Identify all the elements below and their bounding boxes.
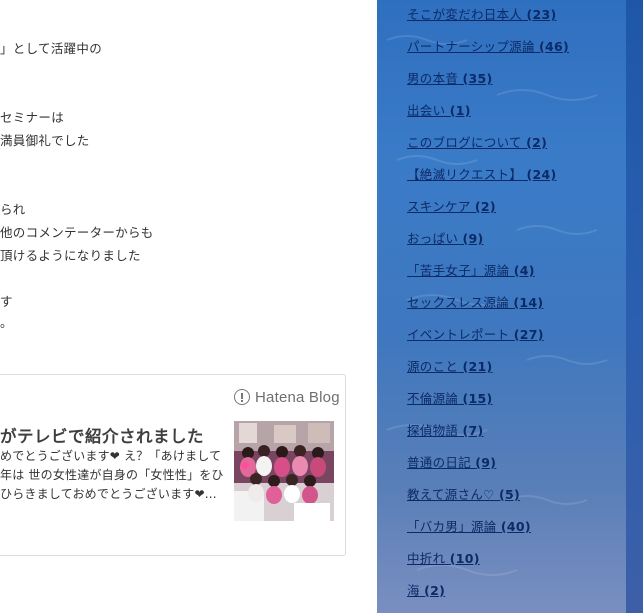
sidebar-category-link[interactable]: セックスレス源論 (14) [407,292,543,311]
sidebar-category-link[interactable]: 「バカ男」源論 (40) [407,516,531,535]
hatena-logo-icon [234,389,250,405]
article-text-line: 」として活躍中の [0,41,103,56]
article-body: 」として活躍中の セミナーは 満員御礼でした られ 他のコメンテーターからも 頂… [0,0,377,613]
sidebar-category-link[interactable]: 不倫源論 (15) [407,388,493,407]
embed-card-description: ひらきましておめでとうございます❤... [0,487,217,501]
sidebar-category-link[interactable]: 出会い (1) [407,100,471,119]
sidebar-category-link[interactable]: 海 (2) [407,580,445,599]
page-right-border [626,0,643,613]
article-text-line: す [0,294,13,309]
embed-card-title[interactable]: がテレビで紹介されました [0,423,204,447]
sidebar-categories: そこが変だわ日本人 (23) パートナーシップ源論 (46) 男の本音 (35)… [377,0,626,613]
sidebar-category-link[interactable]: このブログについて (2) [407,132,547,151]
article-text-line: 頂けるようになりました [0,248,141,263]
embed-card-description: 年は 世の女性達が自身の「女性性」をひ [0,468,224,482]
sidebar-category-link[interactable]: 探偵物語 (7) [407,420,484,439]
article-text-line: セミナーは [0,110,65,125]
sidebar-category-link[interactable]: 「苦手女子」源論 (4) [407,260,535,279]
sidebar-category-link[interactable]: イベントレポート (27) [407,324,544,343]
blog-embed-card[interactable]: Hatena Blog がテレビで紹介されました めでとうございます❤ え？「あ… [0,374,346,556]
article-text-line: 。 [0,315,13,330]
article-text-line: 満員御礼でした [0,133,90,148]
article-text-line: られ [0,202,26,217]
hatena-blog-logo[interactable]: Hatena Blog [234,387,340,407]
sidebar-category-link[interactable]: 男の本音 (35) [407,68,493,87]
sidebar-category-link[interactable]: 源のこと (21) [407,356,493,375]
sidebar-category-link[interactable]: パートナーシップ源論 (46) [407,36,569,55]
embed-card-thumbnail[interactable] [234,421,334,521]
sidebar-category-link[interactable]: 教えて源さん♡ (5) [407,484,520,503]
sidebar-category-link[interactable]: 【絶滅リクエスト】 (24) [407,164,557,183]
article-text-line: 他のコメンテーターからも [0,225,154,240]
sidebar-category-link[interactable]: そこが変だわ日本人 (23) [407,4,557,23]
hatena-blog-brand: Hatena Blog [255,388,340,406]
sidebar-category-link[interactable]: 中折れ (10) [407,548,480,567]
sidebar-category-link[interactable]: スキンケア (2) [407,196,496,215]
embed-card-description: めでとうございます❤ え？「あけまして [0,449,222,463]
sidebar-category-link[interactable]: 普通の日記 (9) [407,452,496,471]
sidebar-category-link[interactable]: おっぱい (9) [407,228,484,247]
